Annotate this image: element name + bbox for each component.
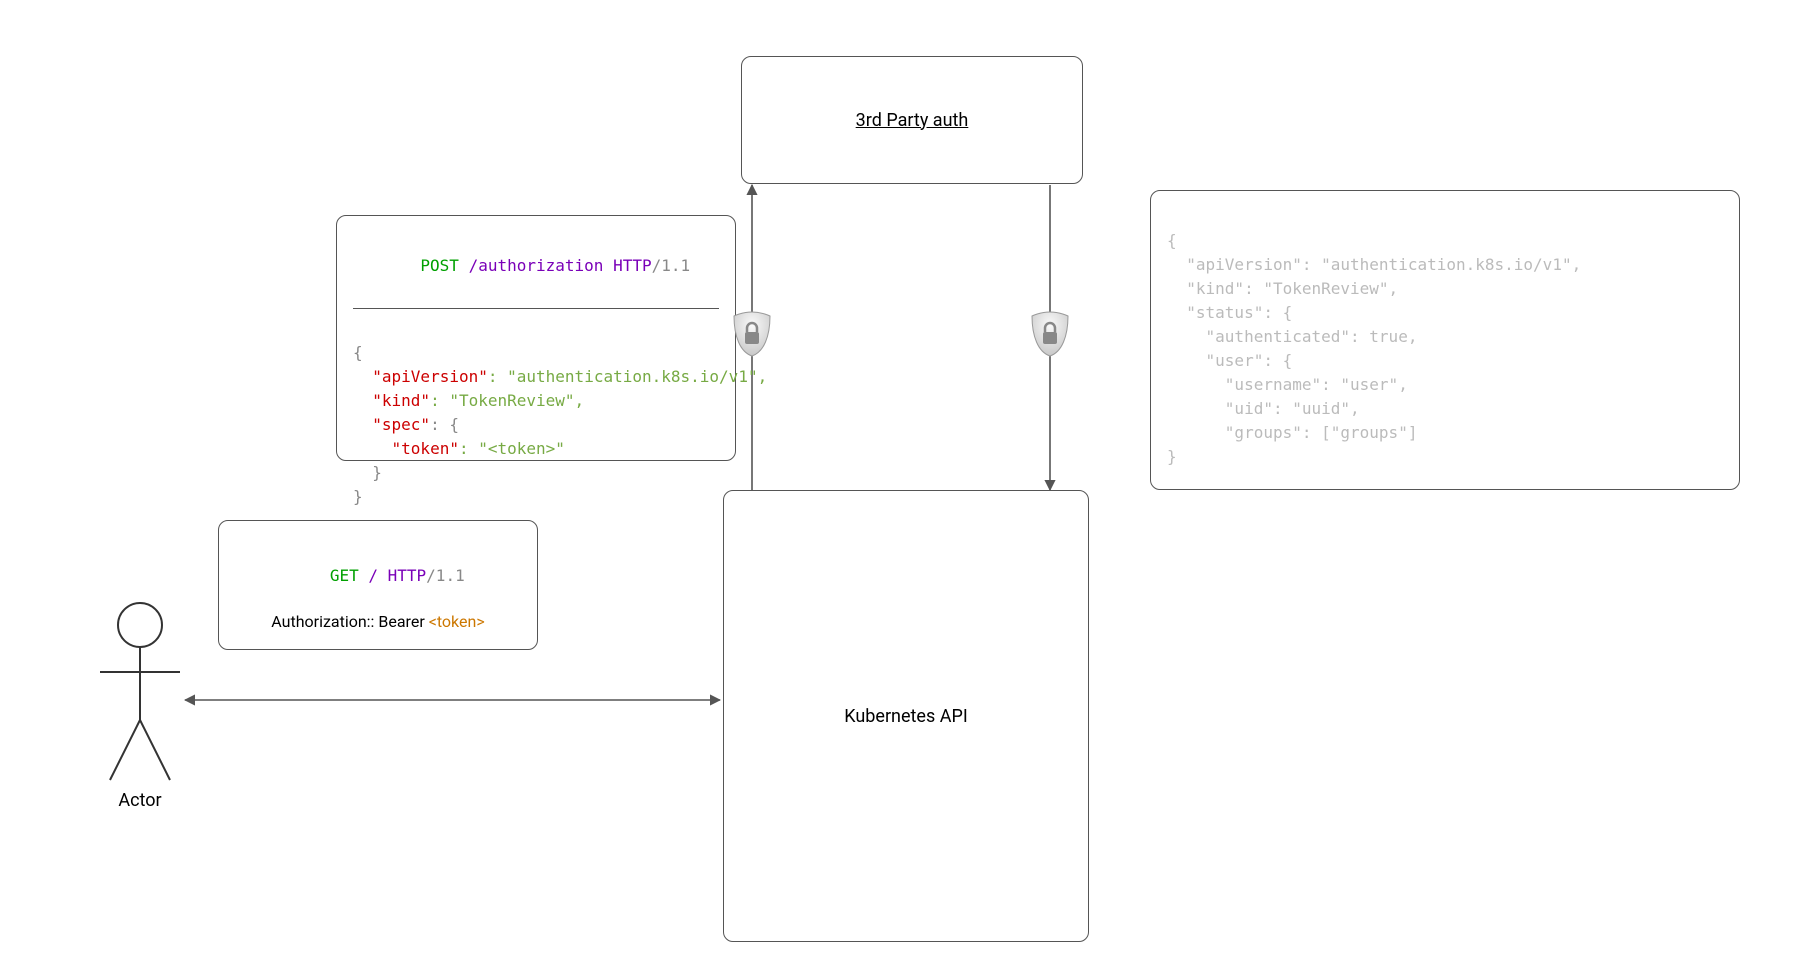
resp-l9: "groups": ["groups"] xyxy=(1167,423,1417,442)
third-party-auth-label: 3rd Party auth xyxy=(856,110,969,131)
resp-l4: "status": { xyxy=(1167,303,1292,322)
get-auth-line: Authorization:: Bearer <token> xyxy=(271,612,484,631)
resp-l6: "user": { xyxy=(1167,351,1292,370)
resp-l3: "kind": "TokenReview", xyxy=(1167,279,1398,298)
kubernetes-api-label: Kubernetes API xyxy=(844,706,967,727)
resp-l5: "authenticated": true, xyxy=(1167,327,1417,346)
get-proto-ver: /1.1 xyxy=(426,566,465,585)
request-proto-ver: /1.1 xyxy=(652,256,691,275)
lock-icon xyxy=(1028,310,1072,358)
resp-l10: } xyxy=(1167,447,1177,466)
req-close-inner: } xyxy=(353,463,382,482)
req-close-outer: } xyxy=(353,487,363,506)
req-v-apiversion: : "authentication.k8s.io/v1", xyxy=(488,367,767,386)
resp-l2: "apiVersion": "authentication.k8s.io/v1"… xyxy=(1167,255,1581,274)
request-divider xyxy=(353,308,719,309)
resp-l8: "uid": "uuid", xyxy=(1167,399,1360,418)
req-k-token: "token" xyxy=(392,439,459,458)
response-box: { "apiVersion": "authentication.k8s.io/v… xyxy=(1150,190,1740,490)
actor-label: Actor xyxy=(100,790,180,811)
request-path: /authorization xyxy=(469,256,604,275)
resp-l7: "username": "user", xyxy=(1167,375,1408,394)
response-body: { "apiVersion": "authentication.k8s.io/v… xyxy=(1167,205,1723,469)
get-auth-token: <token> xyxy=(429,612,485,631)
request-line: POST /authorization HTTP/1.1 xyxy=(353,230,719,302)
get-method: GET xyxy=(330,566,359,585)
req-k-spec: "spec" xyxy=(372,415,430,434)
get-line1: GET / HTTP/1.1 xyxy=(291,540,464,612)
third-party-auth-box: 3rd Party auth xyxy=(741,56,1083,184)
request-proto-name: HTTP xyxy=(613,256,652,275)
actor-icon xyxy=(100,603,180,780)
request-body: { "apiVersion": "authentication.k8s.io/v… xyxy=(353,317,719,509)
req-k-apiversion: "apiVersion" xyxy=(372,367,488,386)
request-method: POST xyxy=(420,256,459,275)
req-v-kind: : "TokenReview", xyxy=(430,391,584,410)
req-v-token: : "<token>" xyxy=(459,439,565,458)
get-request-box: GET / HTTP/1.1 Authorization:: Bearer <t… xyxy=(218,520,538,650)
get-proto-name: HTTP xyxy=(388,566,427,585)
get-path: / xyxy=(368,566,378,585)
req-spec-open: : { xyxy=(430,415,459,434)
get-auth-label: Authorization:: Bearer xyxy=(271,612,428,631)
lock-icon xyxy=(730,310,774,358)
req-k-kind: "kind" xyxy=(372,391,430,410)
request-box: POST /authorization HTTP/1.1 { "apiVersi… xyxy=(336,215,736,461)
resp-l1: { xyxy=(1167,231,1177,250)
req-open: { xyxy=(353,343,363,362)
kubernetes-api-box: Kubernetes API xyxy=(723,490,1089,942)
